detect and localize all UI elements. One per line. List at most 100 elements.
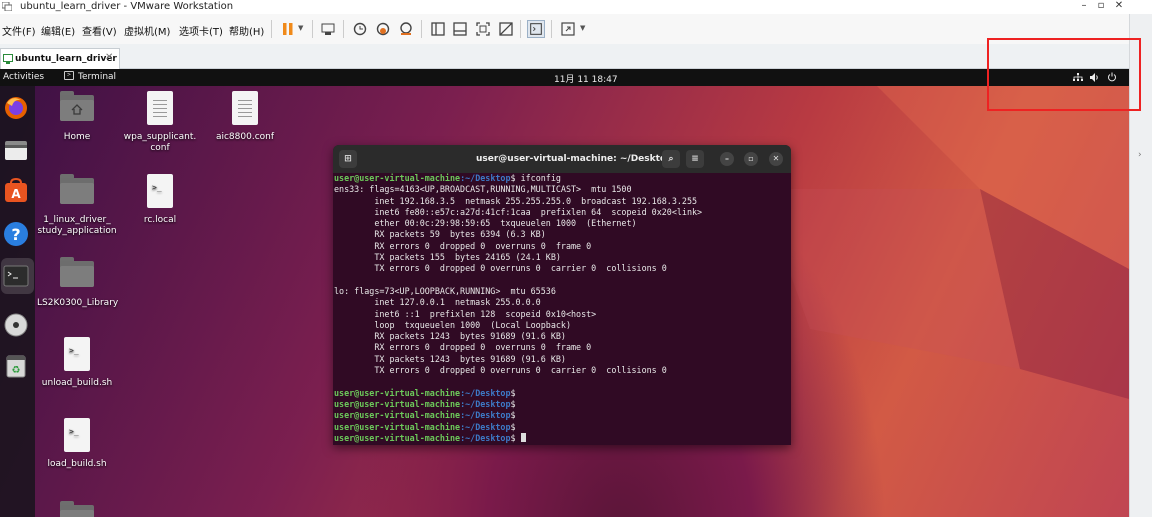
- terminal-icon[interactable]: [2, 262, 30, 290]
- prompt-user: user@user-virtual-machine: [334, 421, 461, 432]
- minimize-icon[interactable]: –: [720, 152, 734, 166]
- full-screen-icon[interactable]: [474, 20, 492, 38]
- menu-tabs[interactable]: 选项卡(T): [179, 23, 223, 38]
- tab-vm[interactable]: ubuntu_learn_driver ✕: [0, 48, 120, 69]
- clock[interactable]: 11月 11 18:47: [554, 72, 618, 85]
- output-line: inet 127.0.0.1 netmask 255.0.0.0: [334, 297, 541, 308]
- app-menu-label[interactable]: Terminal: [78, 72, 116, 82]
- maximize-icon[interactable]: ▫: [744, 152, 758, 166]
- prompt-path: :~/Desktop: [460, 432, 511, 443]
- desktop-item-aic8800-conf[interactable]: aic8800.conf: [205, 91, 285, 143]
- desktop-item-label: 1_linux_driver_ study_application: [37, 215, 117, 236]
- svg-text:?: ?: [11, 225, 20, 244]
- thumbnail-bar-icon[interactable]: [451, 20, 469, 38]
- guest-desktop[interactable]: Activities > Terminal 11月 11 18:47 A ? ♻…: [0, 69, 1129, 517]
- desktop-item-linux-driver-folder[interactable]: 1_linux_driver_ study_application: [37, 174, 117, 237]
- output-line: inet6 ::1 prefixlen 128 scopeid 0x10<hos…: [334, 308, 597, 319]
- pause-dropdown-icon[interactable]: ▼: [298, 24, 303, 32]
- prompt-suffix: $: [510, 432, 516, 443]
- prompt-user: user@user-virtual-machine: [334, 398, 461, 409]
- desktop-item-label: Home: [63, 132, 91, 142]
- unity-mode-icon[interactable]: [497, 20, 515, 38]
- folder-icon: [60, 174, 94, 204]
- svg-text:♻: ♻: [12, 365, 21, 376]
- close-icon[interactable]: ✕: [769, 152, 783, 166]
- gnome-top-bar: Activities > Terminal 11月 11 18:47: [0, 69, 1129, 86]
- snapshot-icon[interactable]: [351, 20, 369, 38]
- output-line: lo: flags=73<UP,LOOPBACK,RUNNING> mtu 65…: [334, 285, 556, 296]
- prompt-lines: user@user-virtual-machine:~/Desktop$ user…: [334, 388, 784, 444]
- scroll-arrow-icon[interactable]: ›: [1138, 150, 1142, 160]
- stretch-guest-icon[interactable]: [559, 20, 577, 38]
- help-icon[interactable]: ?: [2, 220, 30, 248]
- prompt-line: user@user-virtual-machine:~/Desktop$: [334, 399, 784, 410]
- menu-vm[interactable]: 虚拟机(M): [124, 23, 170, 38]
- firefox-icon[interactable]: [2, 94, 30, 122]
- show-library-icon[interactable]: [429, 20, 447, 38]
- output-line: TX errors 0 dropped 0 overruns 0 carrier…: [334, 365, 667, 376]
- prompt-line: user@user-virtual-machine:~/Desktop$: [334, 410, 784, 421]
- stretch-dropdown-icon[interactable]: ▼: [580, 24, 585, 32]
- output-line: TX errors 0 dropped 0 overruns 0 carrier…: [334, 263, 667, 274]
- desktop-item-label: wpa_supplicant. conf: [123, 132, 197, 153]
- disc-icon[interactable]: [2, 311, 30, 339]
- terminal-app-icon: >: [64, 71, 74, 80]
- menu-help[interactable]: 帮助(H): [229, 23, 264, 38]
- send-ctrl-alt-del-icon[interactable]: [319, 20, 337, 38]
- desktop-item-ls2k0300-library[interactable]: LS2K0300_Library: [37, 257, 119, 309]
- prompt-suffix: $: [510, 421, 516, 432]
- desktop-item-unload-build[interactable]: >_ unload_build.sh: [37, 337, 117, 389]
- hamburger-menu-icon[interactable]: ≡: [686, 150, 704, 168]
- partial-folder-icon[interactable]: [60, 501, 94, 517]
- prompt-path: :~/Desktop: [460, 387, 511, 398]
- desktop-item-label: load_build.sh: [47, 459, 107, 469]
- desktop-item-rc-local[interactable]: >_ rc.local: [120, 174, 200, 226]
- activities-button[interactable]: Activities: [3, 72, 44, 82]
- terminal-title: user@user-virtual-machine: ~/Desktop: [476, 154, 673, 164]
- desktop-item-wpa-supplicant[interactable]: wpa_supplicant. conf: [120, 91, 200, 154]
- new-tab-icon[interactable]: ⊞: [339, 150, 357, 168]
- output-line: TX packets 155 bytes 24165 (24.1 KB): [334, 252, 561, 263]
- home-folder-icon: [60, 91, 94, 121]
- software-store-icon[interactable]: A: [2, 177, 30, 205]
- toolbar-separator: [271, 20, 272, 38]
- pause-icon[interactable]: [279, 20, 297, 38]
- desktop-item-label: unload_build.sh: [41, 378, 113, 388]
- tab-label: ubuntu_learn_driver: [15, 54, 117, 64]
- maximize-button[interactable]: ▫: [1093, 0, 1109, 11]
- desktop-item-label: rc.local: [143, 215, 177, 225]
- output-line: RX errors 0 dropped 0 overruns 0 frame 0: [334, 240, 592, 251]
- document-icon: [232, 91, 258, 125]
- command-text: $ ifconfig: [510, 173, 561, 183]
- terminal-output[interactable]: user@user-virtual-machine:~/Desktop$ ifc…: [333, 173, 784, 445]
- menu-edit[interactable]: 编辑(E): [41, 23, 75, 38]
- minimize-button[interactable]: –: [1076, 0, 1092, 11]
- toolbar-separator: [312, 20, 313, 38]
- document-icon: [147, 91, 173, 125]
- prompt-suffix: $: [510, 387, 516, 398]
- console-view-icon[interactable]: [527, 20, 545, 38]
- output-line: inet 192.168.3.5 netmask 255.255.255.0 b…: [334, 195, 698, 206]
- terminal-header-bar: ⊞ user@user-virtual-machine: ~/Desktop ⌕…: [333, 145, 791, 173]
- prompt-suffix: $: [510, 410, 516, 421]
- menu-view[interactable]: 查看(V): [82, 23, 117, 38]
- prompt-user: user@user-virtual-machine: [334, 173, 461, 183]
- menu-file[interactable]: 文件(F): [2, 23, 36, 38]
- trash-icon[interactable]: ♻: [2, 352, 30, 380]
- desktop-item-load-build[interactable]: >_ load_build.sh: [37, 418, 117, 470]
- desktop-item-label: LS2K0300_Library: [37, 298, 119, 308]
- cursor: [520, 432, 526, 442]
- close-button[interactable]: ✕: [1111, 0, 1127, 11]
- window-title: ubuntu_learn_driver - VMware Workstation: [20, 1, 234, 12]
- search-icon[interactable]: ⌕: [662, 150, 680, 168]
- desktop-item-home[interactable]: Home: [37, 91, 117, 143]
- snapshot-manager-icon[interactable]: [397, 20, 415, 38]
- tab-strip: ubuntu_learn_driver ✕: [0, 44, 1129, 69]
- tab-close-icon[interactable]: ✕: [105, 52, 113, 63]
- revert-snapshot-icon[interactable]: [374, 20, 392, 38]
- vm-tab-icon: [3, 54, 13, 64]
- terminal-window[interactable]: ⊞ user@user-virtual-machine: ~/Desktop ⌕…: [333, 145, 791, 445]
- toolbar-separator: [551, 20, 552, 38]
- files-icon[interactable]: [2, 136, 30, 164]
